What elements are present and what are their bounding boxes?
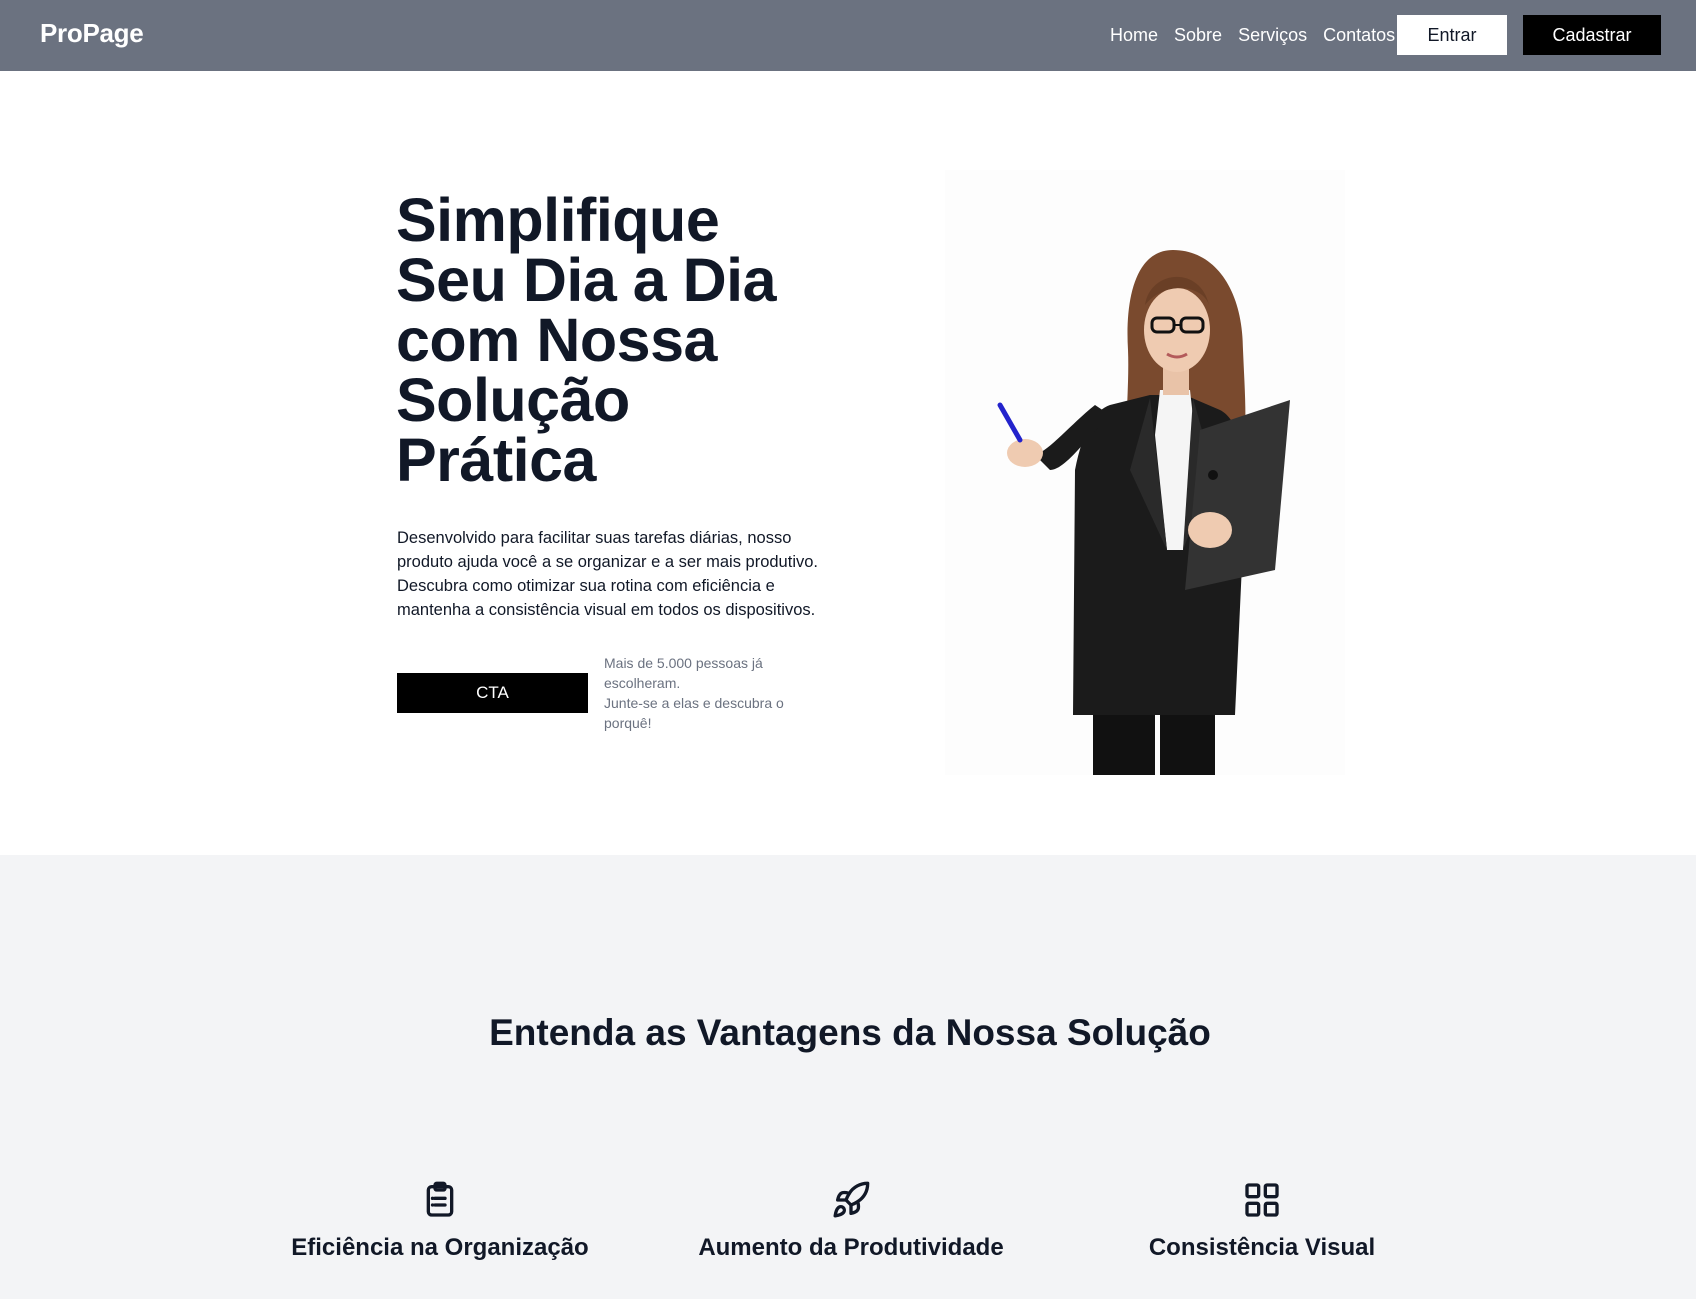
feature-title: Consistência Visual: [1148, 1234, 1376, 1261]
logo[interactable]: ProPage: [40, 18, 144, 49]
nav-sobre[interactable]: Sobre: [1174, 25, 1222, 46]
features-title: Entenda as Vantagens da Nossa Solução: [489, 1012, 1211, 1053]
clipboard-list-icon: [426, 1181, 454, 1217]
nav-home[interactable]: Home: [1110, 25, 1158, 46]
businesswoman-illustration: [997, 250, 1290, 775]
top-navbar: ProPage Home Sobre Serviços Contatos Ent…: [0, 0, 1696, 71]
social-proof-line1: Mais de 5.000 pessoas já escolheram.: [604, 655, 763, 691]
feature-title: Eficiência na Organização: [291, 1234, 589, 1261]
grid-icon: [1245, 1183, 1279, 1217]
main-nav: Home Sobre Serviços Contatos: [1110, 0, 1395, 71]
cta-button[interactable]: CTA: [397, 673, 588, 713]
social-proof: Mais de 5.000 pessoas já escolheram. Jun…: [604, 653, 814, 733]
login-button[interactable]: Entrar: [1397, 15, 1507, 55]
feature-card-consistency: Consistência Visual: [1052, 1180, 1472, 1262]
signup-button[interactable]: Cadastrar: [1523, 15, 1661, 55]
feature-title: Aumento da Produtividade: [698, 1234, 1004, 1261]
rocket-icon: [833, 1181, 870, 1218]
hero-title: Simplifique Seu Dia a Dia com Nossa Solu…: [396, 186, 777, 494]
social-proof-line2: Junte-se a elas e descubra o porquê!: [604, 695, 784, 731]
nav-contatos[interactable]: Contatos: [1323, 25, 1395, 46]
hero-description: Desenvolvido para facilitar suas tarefas…: [397, 529, 818, 619]
nav-servicos[interactable]: Serviços: [1238, 25, 1307, 46]
hero-image: [945, 170, 1345, 775]
feature-card-productivity: Aumento da Produtividade: [641, 1180, 1061, 1262]
feature-card-organization: Eficiência na Organização: [230, 1180, 650, 1262]
